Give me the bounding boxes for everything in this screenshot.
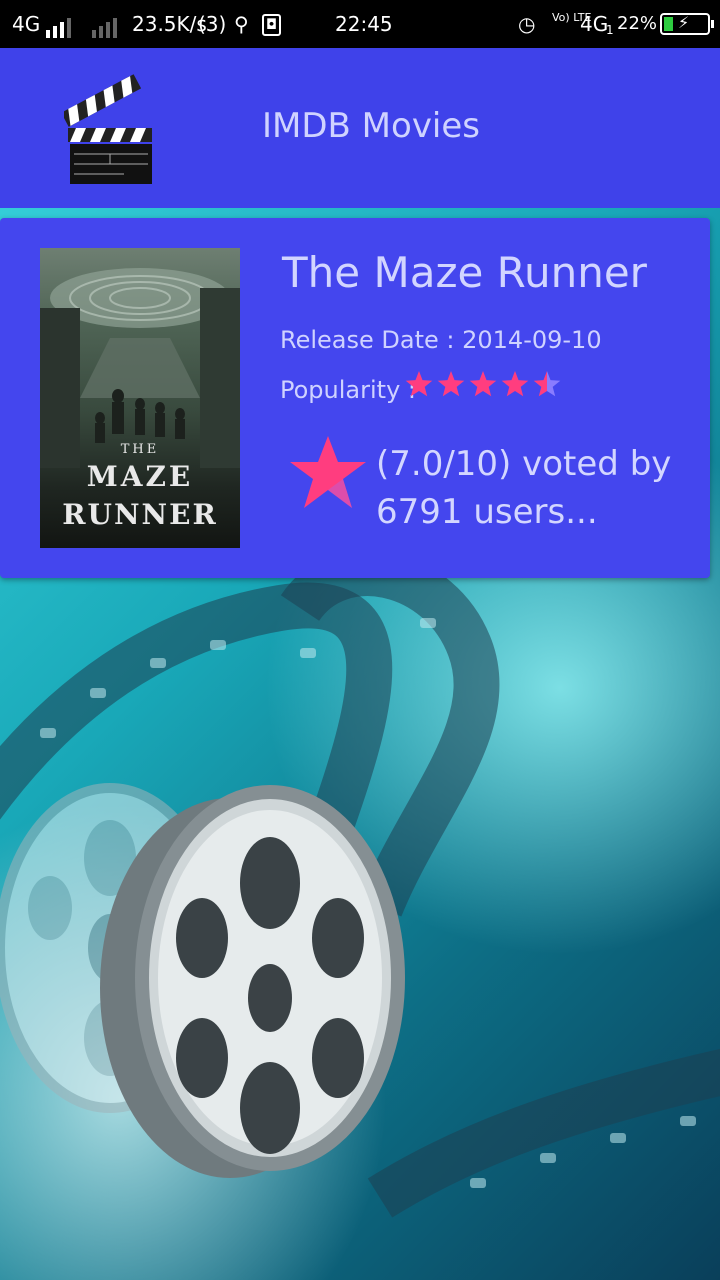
movie-poster: THE MAZE RUNNER <box>40 248 240 548</box>
signal-strength-2-icon <box>92 14 120 38</box>
clapperboard-icon <box>64 74 152 184</box>
poster-line-1: THE <box>120 442 160 457</box>
release-date: Release Date : 2014-09-10 <box>280 326 602 354</box>
movie-title: The Maze Runner <box>282 248 647 297</box>
movie-card[interactable]: THE MAZE RUNNER The Maze Runner Release … <box>0 218 710 578</box>
network-type-left: 4G <box>12 12 41 36</box>
app-title: IMDB Movies <box>262 106 481 146</box>
data-activity-icon: (3) <box>198 12 227 36</box>
app-bar: IMDB Movies <box>0 48 720 208</box>
volte-icon: Vo) LTE <box>552 11 592 24</box>
vote-summary: (7.0/10) voted by 6791 users... <box>376 444 672 532</box>
usb-icon: ⚲ <box>234 12 249 36</box>
network-speed: 23.5K/s <box>132 12 207 36</box>
battery-percent: 22% <box>617 13 658 34</box>
rating-star-3 <box>469 371 497 397</box>
notification-icon: ◘ <box>262 14 282 36</box>
alarm-icon: ◷ <box>518 12 536 36</box>
signal-strength-icon <box>46 14 74 38</box>
clock: 22:45 <box>335 12 393 36</box>
sim-slot: 1 <box>606 23 614 37</box>
poster-line-2: MAZE <box>86 460 194 493</box>
poster-line-3: RUNNER <box>62 498 218 531</box>
battery-icon: ⚡ <box>660 13 714 35</box>
network-type-right: 4G <box>580 12 609 36</box>
rating-star-5 <box>533 371 561 397</box>
popularity-label: Popularity : <box>280 376 416 404</box>
star-icon <box>290 436 366 508</box>
status-bar: 4G 23.5K/s (3) ⚲ ◘ 22:45 ◷ Vo) LTE 4G 1 … <box>0 0 720 48</box>
rating-star-1 <box>405 371 433 397</box>
rating-star-4 <box>501 371 529 397</box>
rating-star-2 <box>437 371 465 397</box>
popularity-rating <box>404 368 574 402</box>
